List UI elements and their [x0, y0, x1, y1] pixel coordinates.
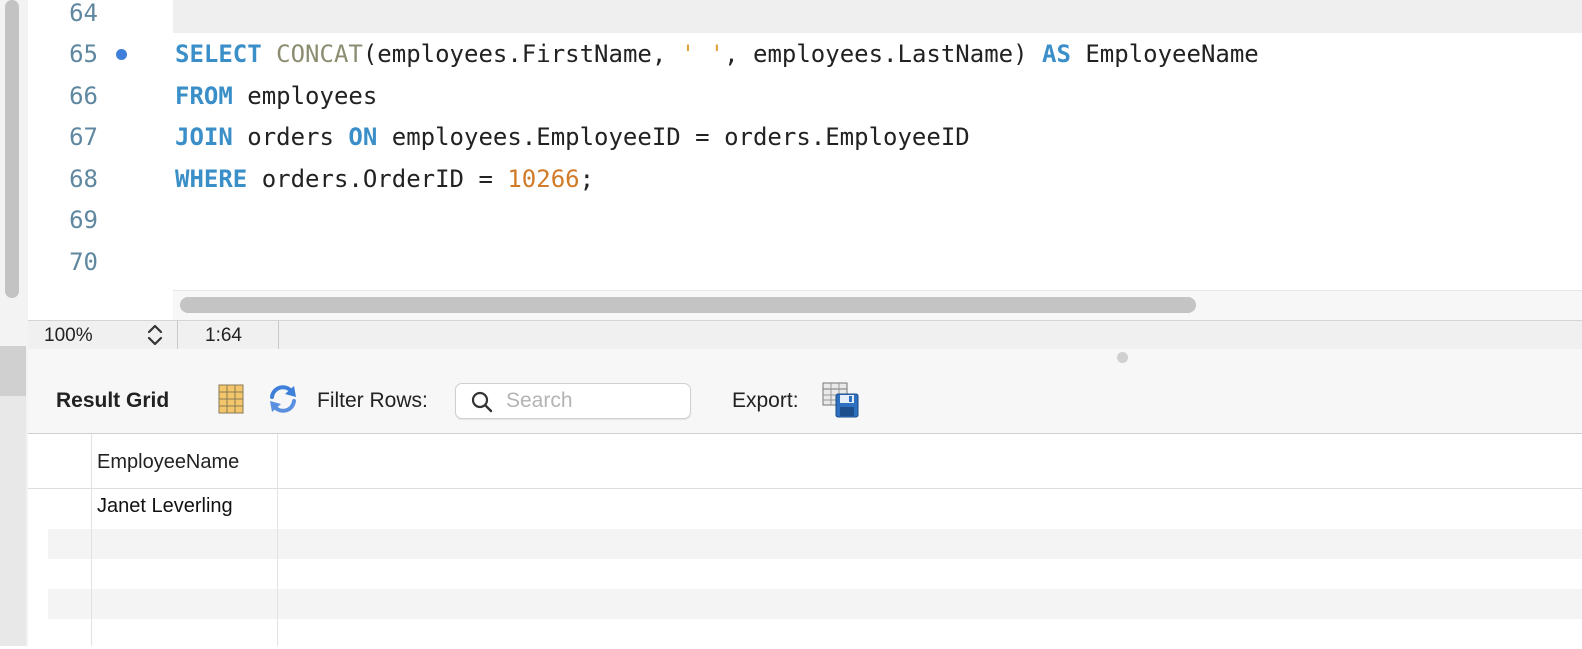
editor-horizontal-scrollbar-thumb[interactable] [180, 297, 1196, 313]
empty-row [48, 529, 1582, 559]
code-line-67[interactable]: JOIN orders ON employees.EmployeeID = or… [175, 123, 970, 151]
zoom-stepper-icon[interactable] [144, 322, 166, 348]
code-text: employees.EmployeeID = orders.EmployeeID [377, 123, 970, 151]
current-line-highlight [173, 0, 1582, 33]
results-panel: Result Grid Filter Rows: Export: [28, 349, 1582, 646]
line-number-gutter: 64 65 66 67 68 69 70 [28, 0, 172, 292]
breakpoint-dot[interactable] [116, 49, 127, 60]
search-icon [471, 391, 493, 413]
left-sidebar-strip [0, 0, 29, 646]
export-icon[interactable] [822, 381, 860, 419]
line-number: 67 [69, 123, 98, 151]
grid-header-row: EmployeeName [28, 434, 1582, 489]
sql-editor[interactable]: 64 65 66 67 68 69 70 SELECT CONCAT(emplo… [28, 0, 1582, 321]
empty-row [48, 589, 1582, 619]
keyword-join: JOIN [175, 123, 233, 151]
function-concat: CONCAT [276, 40, 363, 68]
filter-rows-label: Filter Rows: [317, 389, 428, 412]
code-line-66[interactable]: FROM employees [175, 82, 377, 110]
code-text: ; [579, 165, 595, 193]
panel-splitter-handle[interactable] [1117, 352, 1128, 363]
code-text: , employees.LastName) [724, 40, 1042, 68]
line-number: 65 [69, 40, 98, 68]
line-number: 68 [69, 165, 98, 193]
result-grid-table[interactable]: EmployeeName Janet Leverling [28, 434, 1582, 646]
keyword-from: FROM [175, 82, 233, 110]
cursor-position: 1:64 [205, 325, 242, 346]
line-number: 66 [69, 82, 98, 110]
string-literal: ' ' [680, 40, 725, 68]
status-separator [278, 321, 279, 349]
code-text: orders.OrderID = [247, 165, 508, 193]
status-separator [177, 321, 178, 349]
editor-vertical-scrollbar[interactable] [5, 0, 19, 298]
keyword-as: AS [1042, 40, 1071, 68]
code-text: orders [232, 123, 349, 151]
refresh-icon[interactable] [266, 383, 300, 415]
filter-search-box[interactable] [455, 383, 691, 419]
result-grid-icon[interactable] [218, 384, 244, 414]
code-line-65[interactable]: SELECT CONCAT(employees.FirstName, ' ', … [175, 40, 1259, 68]
empty-row [48, 619, 1582, 649]
cell-employee-name[interactable]: Janet Leverling [97, 495, 233, 518]
keyword-select: SELECT [175, 40, 262, 68]
line-number: 64 [69, 0, 98, 27]
code-line-68[interactable]: WHERE orders.OrderID = 10266; [175, 165, 594, 193]
results-toolbar: Result Grid Filter Rows: Export: [28, 371, 1582, 434]
code-text: EmployeeName [1070, 40, 1259, 68]
column-divider [91, 434, 92, 646]
line-number: 69 [69, 206, 98, 234]
export-label: Export: [732, 389, 799, 412]
code-text: employees [232, 82, 378, 110]
keyword-on: ON [348, 123, 378, 151]
column-header-employee-name[interactable]: EmployeeName [97, 451, 239, 474]
editor-status-bar: 100% 1:64 [28, 320, 1582, 350]
code-text: (employees.FirstName, [362, 40, 681, 68]
filter-search-input[interactable] [506, 387, 681, 415]
column-divider[interactable] [277, 434, 278, 646]
table-row[interactable]: Janet Leverling [48, 489, 1582, 519]
keyword-where: WHERE [175, 165, 248, 193]
zoom-level[interactable]: 100% [44, 325, 93, 347]
line-number: 70 [69, 248, 98, 276]
result-grid-tab[interactable]: Result Grid [56, 389, 169, 413]
panel-edge-tab [0, 346, 26, 396]
number-literal: 10266 [507, 165, 580, 193]
empty-row [48, 559, 1582, 589]
